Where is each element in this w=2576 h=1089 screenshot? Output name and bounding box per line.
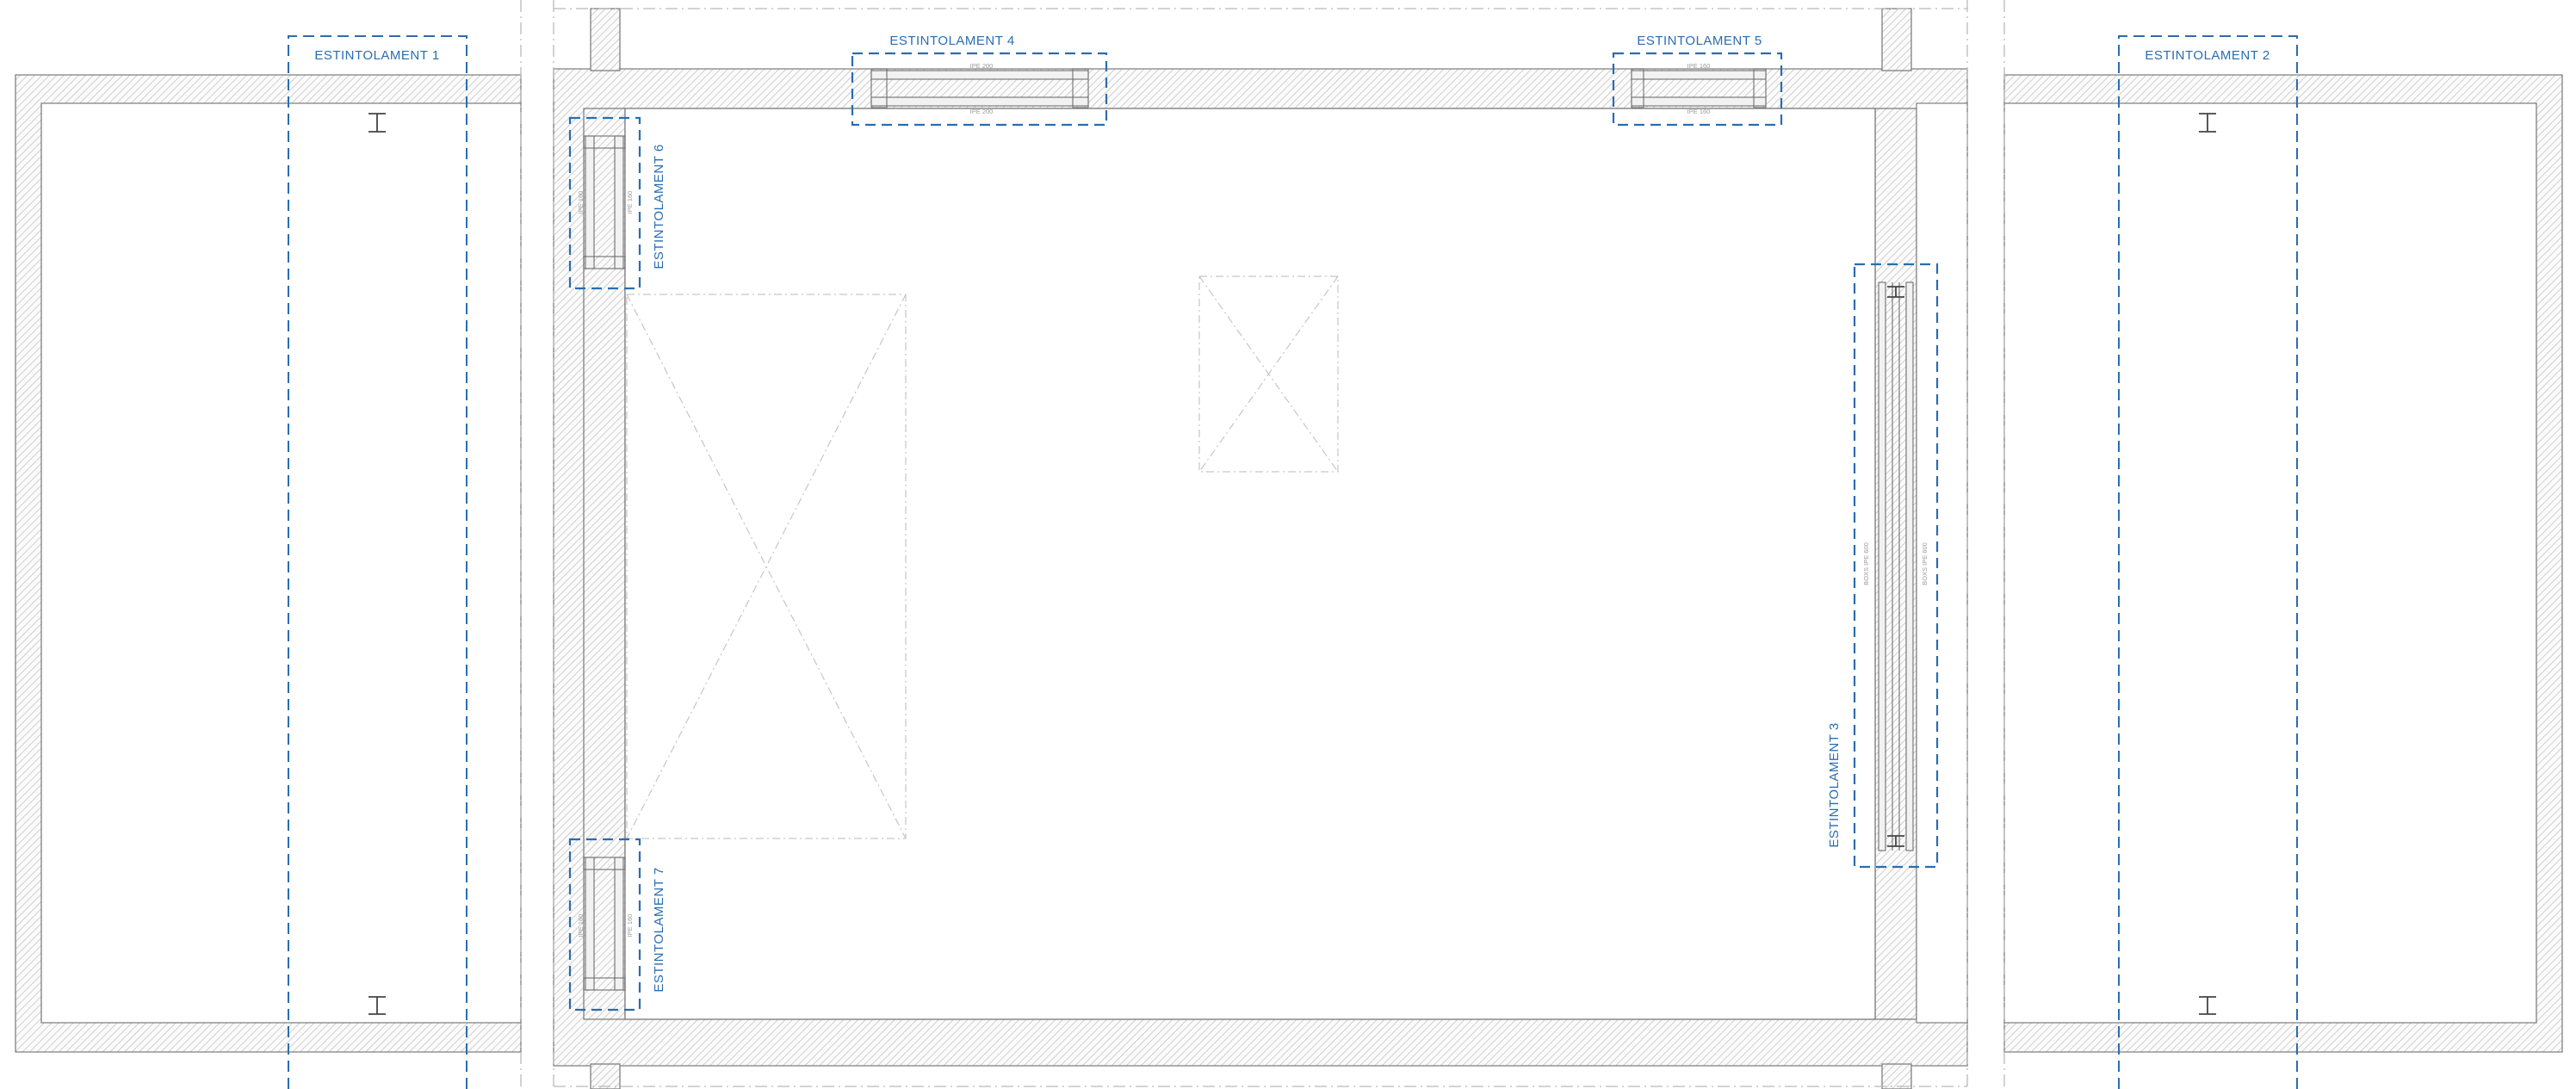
shoring-7-profile-left: IPE 160 bbox=[577, 914, 585, 937]
shoring-7-label: ESTINTOLAMENT 7 bbox=[652, 867, 666, 992]
shoring-7-profile-right: IPE 160 bbox=[626, 914, 634, 937]
ibeam-icon bbox=[2199, 996, 2216, 1015]
shoring-6-profile-right: IPE 160 bbox=[626, 191, 634, 214]
shoring-6-label: ESTINTOLAMENT 6 bbox=[652, 144, 666, 269]
shoring-5-profile-bottom: IPE 160 bbox=[1687, 108, 1711, 115]
shoring-4-label: ESTINTOLAMENT 4 bbox=[889, 34, 1014, 48]
shoring-1-label: ESTINTOLAMENT 1 bbox=[314, 48, 439, 63]
ibeam-icon bbox=[368, 113, 386, 133]
shoring-4-profile-bottom: IPE 200 bbox=[970, 108, 994, 115]
shoring-5-label: ESTINTOLAMENT 5 bbox=[1637, 34, 1762, 48]
right-wing-wall bbox=[2003, 74, 2563, 1053]
shoring-3-profile-right: BOXS IPE 600 bbox=[1921, 542, 1929, 585]
shoring-2: ESTINTOLAMENT 2 bbox=[2118, 35, 2298, 1089]
shoring-3-label: ESTINTOLAMENT 3 bbox=[1827, 722, 1842, 847]
right-tower-top bbox=[1881, 8, 1912, 71]
shoring-6-profile-left: IPE 160 bbox=[577, 191, 585, 214]
shoring-2-label: ESTINTOLAMENT 2 bbox=[2145, 48, 2269, 63]
right-tower-bottom bbox=[1881, 1063, 1912, 1089]
left-tower-top bbox=[590, 8, 621, 71]
floor-plan-drawing: ESTINTOLAMENT 1 ESTINTOLAMENT 2 IPE 200 … bbox=[15, 0, 2563, 1089]
shoring-4-profile-top: IPE 200 bbox=[970, 62, 994, 70]
left-wing-wall bbox=[15, 74, 522, 1053]
shoring-1: ESTINTOLAMENT 1 bbox=[288, 35, 468, 1089]
left-tower-bottom bbox=[590, 1063, 621, 1089]
central-room bbox=[624, 108, 1876, 1020]
ibeam-icon bbox=[2199, 113, 2216, 133]
shoring-3-profile-left: BOXS IPE 600 bbox=[1862, 542, 1870, 585]
shoring-5-profile-top: IPE 160 bbox=[1687, 62, 1711, 70]
ibeam-icon bbox=[368, 996, 386, 1015]
